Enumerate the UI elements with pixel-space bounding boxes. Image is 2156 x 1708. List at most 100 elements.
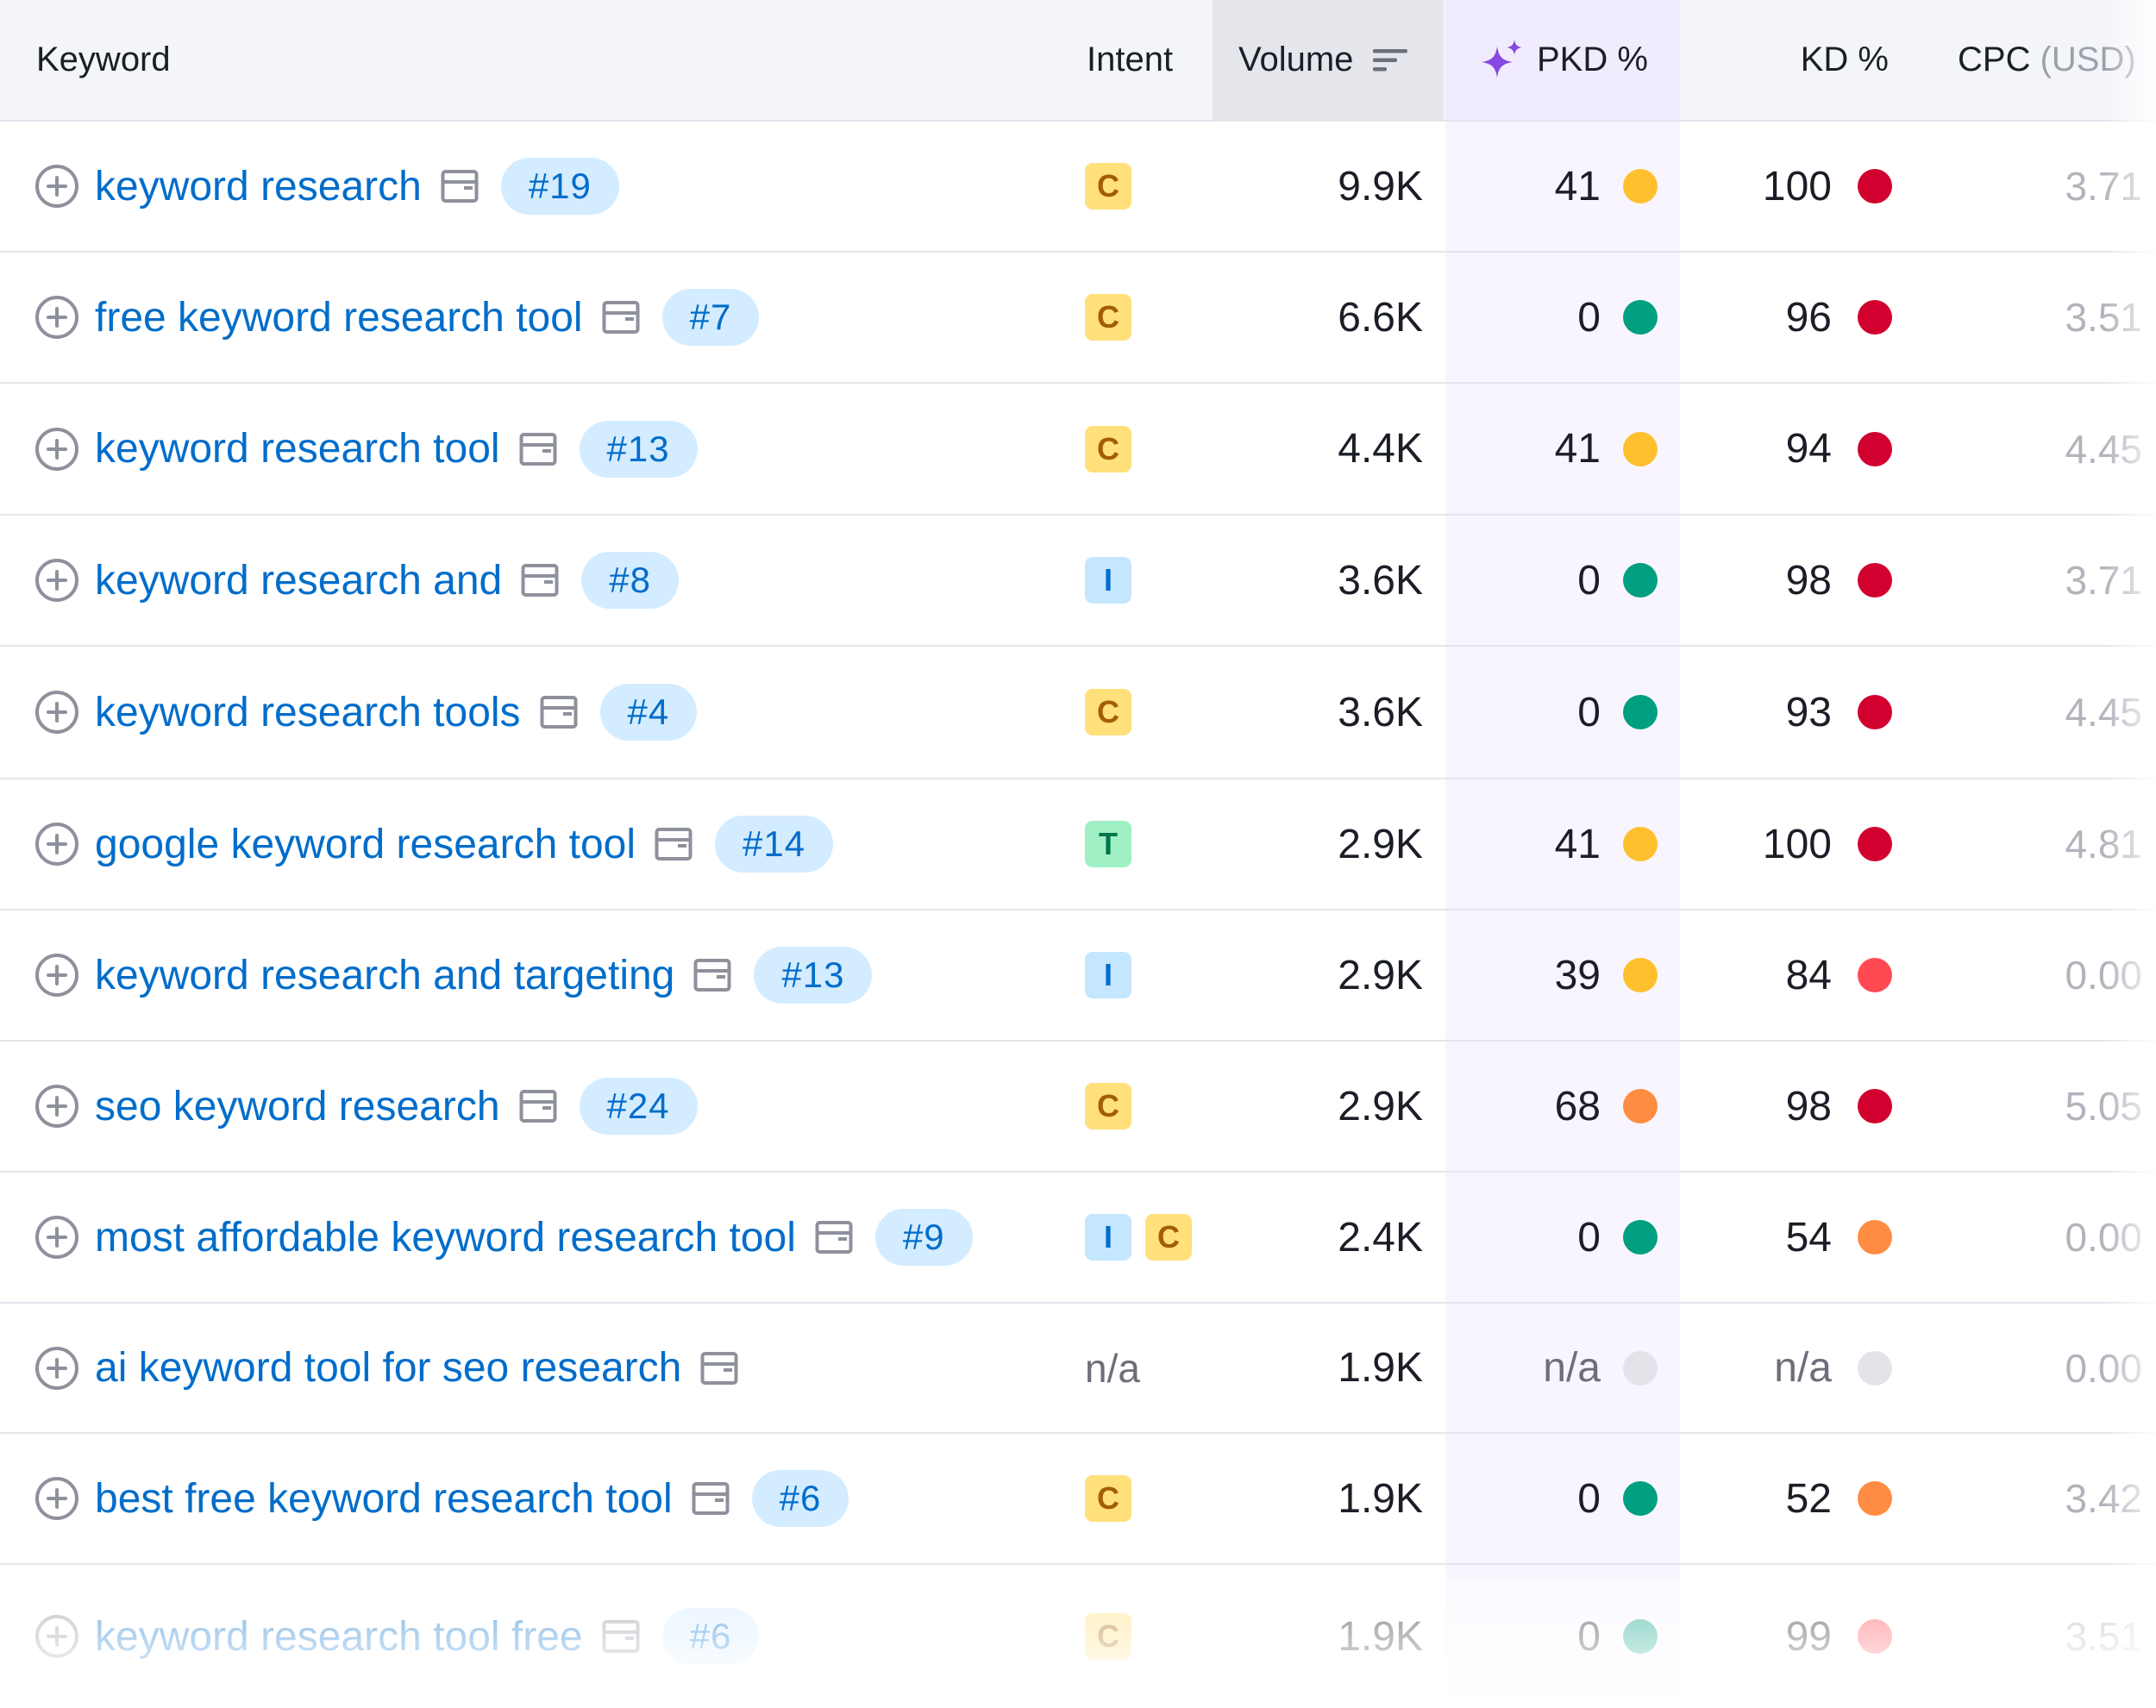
intent-badge[interactable]: C [1085, 163, 1131, 210]
add-to-list-icon[interactable] [34, 953, 79, 998]
keyword-link[interactable]: keyword research [95, 163, 422, 210]
table-row[interactable]: google keyword research tool #14 T 2.9K 41 10… [0, 779, 2156, 910]
serp-snapshot-icon[interactable] [692, 1481, 730, 1516]
serp-snapshot-icon[interactable] [700, 1351, 738, 1386]
add-to-list-icon[interactable] [34, 1346, 79, 1391]
table-row[interactable]: free keyword research tool #7 C 6.6K 0 96 3.51 [0, 253, 2156, 384]
add-to-list-icon[interactable] [34, 1215, 79, 1260]
intent-badge[interactable]: C [1085, 294, 1131, 341]
table-row[interactable]: best free keyword research tool #6 C 1.9K 0 5… [0, 1434, 2156, 1565]
intent-cell: C [1085, 1042, 1145, 1171]
table-row[interactable]: most affordable keyword research tool #9 I… [0, 1173, 2156, 1304]
intent-badge[interactable]: I [1085, 952, 1131, 998]
intent-cell: T [1085, 779, 1145, 909]
position-badge[interactable]: #6 [661, 1608, 760, 1665]
intent-badge[interactable]: C [1085, 689, 1131, 735]
serp-snapshot-icon[interactable] [815, 1220, 853, 1254]
column-header-kd[interactable]: KD % [1759, 0, 1889, 120]
position-badge[interactable]: #7 [661, 289, 760, 346]
serp-snapshot-icon[interactable] [602, 300, 640, 335]
table-row[interactable]: seo keyword research #24 C 2.9K 68 98 5.05 [0, 1042, 2156, 1173]
keyword-link[interactable]: google keyword research tool [95, 821, 636, 868]
keyword-link[interactable]: keyword research and targeting [95, 952, 674, 999]
keyword-link[interactable]: keyword research tool free [95, 1613, 583, 1661]
keyword-link[interactable]: most affordable keyword research tool [95, 1214, 796, 1261]
table-row[interactable]: keyword research and targeting #13 I 2.9K 39… [0, 910, 2156, 1042]
table-row[interactable]: keyword research #19 C 9.9K 41 100 3.71 [0, 122, 2156, 253]
position-badge[interactable]: #4 [599, 684, 698, 741]
position-badge[interactable]: #14 [715, 816, 834, 873]
column-header-intent[interactable]: Intent [1087, 0, 1173, 120]
kd-difficulty-dot [1858, 253, 1892, 382]
table-row[interactable]: keyword research tools #4 C 3.6K 0 93 4.45 [0, 647, 2156, 779]
serp-snapshot-icon[interactable] [519, 1089, 557, 1123]
add-to-list-icon[interactable] [34, 558, 79, 603]
volume-value: 1.9K [1338, 1345, 1423, 1391]
serp-snapshot-icon[interactable] [519, 432, 557, 466]
add-to-list-icon[interactable] [34, 822, 79, 867]
kd-value: 93 [1785, 689, 1832, 735]
position-badge[interactable]: #13 [754, 947, 873, 1004]
serp-snapshot-icon[interactable] [655, 827, 693, 861]
column-header-pkd-label: PKD % [1537, 41, 1648, 78]
intent-badge[interactable]: I [1085, 1214, 1131, 1261]
intent-badge[interactable]: C [1085, 1083, 1131, 1129]
kd-value: 99 [1785, 1613, 1832, 1660]
pkd-difficulty-dot [1623, 1304, 1658, 1432]
add-to-list-icon[interactable] [34, 427, 79, 472]
kd-difficulty-dot [1858, 647, 1892, 778]
keyword-link[interactable]: ai keyword tool for seo research [95, 1344, 681, 1392]
volume-value: 6.6K [1338, 294, 1423, 341]
pkd-value: 0 [1577, 1475, 1601, 1522]
keyword-link[interactable]: best free keyword research tool [95, 1475, 673, 1523]
keyword-link[interactable]: keyword research tool [95, 425, 500, 472]
kd-value: 96 [1785, 294, 1832, 341]
column-header-cpc[interactable]: CPC (USD) [1958, 0, 2136, 120]
keyword-link[interactable]: keyword research tools [95, 689, 521, 736]
add-to-list-icon[interactable] [34, 164, 79, 209]
kd-difficulty-dot [1858, 1304, 1892, 1432]
column-header-keyword[interactable]: Keyword [36, 0, 171, 120]
table-row[interactable]: keyword research tool free #6 C 1.9K 0 99 3.51 [0, 1565, 2156, 1708]
intent-badge[interactable]: C [1085, 1475, 1131, 1522]
keyword-link[interactable]: free keyword research tool [95, 294, 583, 341]
serp-snapshot-icon[interactable] [540, 695, 578, 729]
add-to-list-icon[interactable] [34, 1476, 79, 1521]
serp-snapshot-icon[interactable] [693, 958, 731, 992]
position-badge[interactable]: #19 [500, 158, 619, 215]
intent-badge[interactable]: C [1145, 1214, 1192, 1261]
add-to-list-icon[interactable] [34, 690, 79, 735]
serp-snapshot-icon[interactable] [441, 169, 479, 203]
sort-descending-icon[interactable] [1372, 47, 1408, 73]
pkd-difficulty-dot [1623, 1173, 1658, 1302]
position-badge[interactable]: #24 [579, 1078, 698, 1135]
table-row[interactable]: keyword research tool #13 C 4.4K 41 94 4.45 [0, 384, 2156, 516]
pkd-value: 0 [1577, 294, 1601, 341]
position-badge[interactable]: #6 [751, 1470, 849, 1527]
table-row[interactable]: keyword research and #8 I 3.6K 0 98 3.71 [0, 516, 2156, 647]
intent-badge[interactable]: T [1085, 821, 1131, 867]
add-to-list-icon[interactable] [34, 1084, 79, 1129]
cpc-value: 0.00 [2065, 1345, 2142, 1391]
intent-badge[interactable]: C [1085, 1613, 1131, 1660]
position-badge[interactable]: #9 [874, 1209, 973, 1266]
cpc-value: 3.71 [2065, 558, 2142, 603]
add-to-list-icon[interactable] [34, 1614, 79, 1659]
serp-snapshot-icon[interactable] [602, 1619, 640, 1654]
position-badge[interactable]: #8 [581, 552, 679, 609]
kd-difficulty-dot [1858, 779, 1892, 909]
column-header-pkd[interactable]: PKD % [1445, 0, 1680, 120]
add-to-list-icon[interactable] [34, 295, 79, 340]
keyword-cell: keyword research and #8 [34, 516, 679, 645]
cpc-value: 3.51 [2065, 1614, 2142, 1659]
pkd-difficulty-dot [1623, 516, 1658, 645]
position-badge[interactable]: #13 [579, 420, 698, 478]
keyword-link[interactable]: seo keyword research [95, 1083, 500, 1130]
keyword-link[interactable]: keyword research and [95, 557, 502, 604]
table-row[interactable]: ai keyword tool for seo research n/a 1.9K n… [0, 1304, 2156, 1434]
serp-snapshot-icon[interactable] [521, 563, 559, 597]
column-header-volume[interactable]: Volume [1213, 0, 1444, 120]
keyword-cell: keyword research tool #13 [34, 384, 698, 514]
intent-badge[interactable]: C [1085, 425, 1131, 472]
intent-badge[interactable]: I [1085, 557, 1131, 604]
